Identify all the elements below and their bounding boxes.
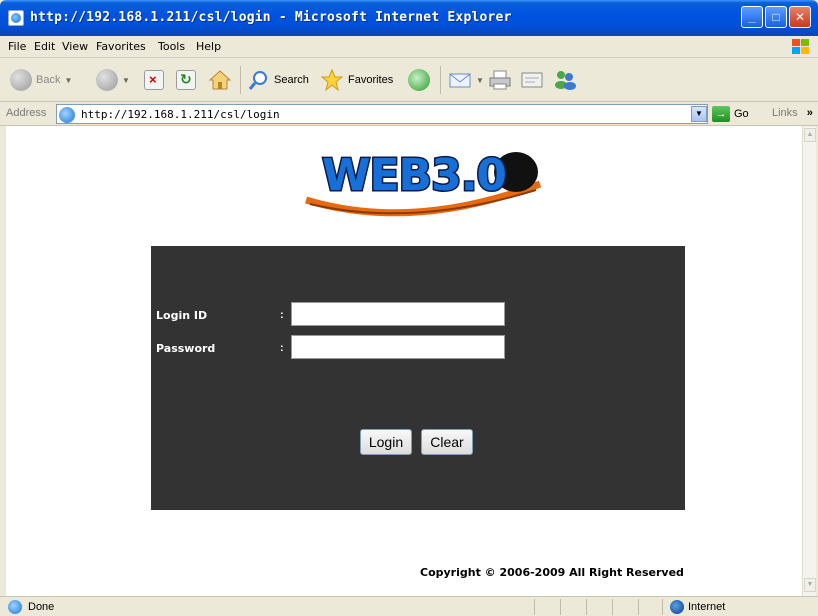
back-label: Back	[36, 74, 61, 86]
refresh-icon: ↻	[176, 70, 196, 90]
menu-edit[interactable]: Edit	[34, 40, 55, 53]
login-panel: Login ID : Password : Login Clear	[151, 246, 685, 510]
go-arrow-icon: →	[712, 106, 730, 122]
scroll-down-icon[interactable]: ▼	[804, 578, 816, 592]
minimize-button[interactable]: _	[741, 6, 763, 28]
status-divider	[534, 599, 535, 615]
menu-tools[interactable]: Tools	[158, 40, 185, 53]
login-id-input[interactable]	[291, 302, 505, 326]
password-label: Password	[156, 342, 216, 355]
vertical-scrollbar[interactable]: ▲ ▼	[802, 126, 816, 596]
title-bar[interactable]: http://192.168.1.211/csl/login - Microso…	[0, 0, 818, 36]
clear-button[interactable]: Clear	[421, 429, 473, 455]
stop-button[interactable]: ×	[144, 68, 164, 92]
home-button[interactable]	[208, 68, 232, 92]
stop-icon: ×	[144, 70, 164, 90]
menu-view[interactable]: View	[62, 40, 88, 53]
page-done-icon	[8, 600, 22, 614]
toolbar: Back ▼ ▼ × ↻ Search Favorites ▼	[0, 58, 818, 102]
go-button[interactable]: → Go	[712, 106, 749, 122]
menu-help[interactable]: Help	[196, 40, 221, 53]
menu-bar: File Edit View Favorites Tools Help	[0, 36, 818, 58]
toolbar-separator	[240, 66, 241, 94]
edit-page-icon	[521, 72, 543, 88]
search-button[interactable]: Search	[248, 68, 309, 92]
maximize-button[interactable]: □	[765, 6, 787, 28]
back-button[interactable]: Back ▼	[10, 68, 72, 92]
scroll-up-icon[interactable]: ▲	[804, 128, 816, 142]
close-button[interactable]: ✕	[789, 6, 811, 28]
menu-favorites[interactable]: Favorites	[96, 40, 146, 53]
favorites-label: Favorites	[348, 74, 394, 86]
window-title: http://192.168.1.211/csl/login - Microso…	[30, 10, 512, 25]
mail-icon	[449, 73, 471, 88]
printer-icon	[489, 70, 511, 90]
status-text: Done	[28, 601, 55, 613]
logo-text: WEB3.0	[322, 150, 506, 201]
copyright-text: Copyright © 2006-2009 All Right Reserved	[420, 566, 684, 579]
history-button[interactable]	[408, 68, 430, 92]
login-button[interactable]: Login	[360, 429, 412, 455]
status-divider	[586, 599, 587, 615]
chevron-down-icon[interactable]: ▼	[476, 76, 484, 85]
edit-button[interactable]	[520, 68, 544, 92]
windows-logo-icon	[790, 38, 810, 56]
history-icon	[408, 69, 430, 91]
address-input[interactable]: http://192.168.1.211/csl/login ▼	[56, 104, 708, 124]
password-colon: :	[280, 342, 284, 354]
star-icon	[320, 69, 344, 91]
login-id-colon: :	[280, 309, 284, 321]
status-divider	[662, 599, 663, 615]
forward-arrow-icon	[96, 69, 118, 91]
zone-text: Internet	[688, 601, 726, 613]
chevron-down-icon[interactable]: ▼	[122, 76, 130, 85]
toolbar-separator	[440, 66, 441, 94]
print-button[interactable]	[488, 68, 512, 92]
go-label: Go	[734, 108, 749, 120]
ie-page-icon	[59, 107, 75, 123]
ie-page-icon	[8, 10, 24, 26]
password-input[interactable]	[291, 335, 505, 359]
internet-zone-icon	[670, 600, 684, 614]
web3-logo: WEB3.0	[304, 149, 542, 217]
search-label: Search	[274, 74, 309, 86]
mail-button[interactable]: ▼	[448, 68, 484, 92]
login-id-label: Login ID	[156, 309, 208, 322]
links-label: Links	[772, 107, 798, 119]
messenger-icon	[555, 71, 576, 90]
page-content: WEB3.0 Login ID : Password : Login Clear…	[6, 126, 802, 596]
home-icon	[208, 70, 232, 90]
chevron-down-icon[interactable]: ▼	[691, 106, 707, 122]
chevron-right-icon: »	[806, 107, 813, 119]
search-icon	[248, 71, 267, 90]
status-divider	[612, 599, 613, 615]
links-button[interactable]: Links »	[772, 107, 813, 119]
chevron-down-icon[interactable]: ▼	[64, 76, 72, 85]
status-divider	[638, 599, 639, 615]
favorites-button[interactable]: Favorites	[320, 68, 393, 92]
messenger-button[interactable]	[552, 68, 578, 92]
back-arrow-icon	[10, 69, 32, 91]
forward-button[interactable]: ▼	[96, 68, 130, 92]
browser-window: http://192.168.1.211/csl/login - Microso…	[0, 0, 818, 616]
address-bar: Address http://192.168.1.211/csl/login ▼…	[0, 102, 818, 126]
address-url[interactable]: http://192.168.1.211/csl/login	[81, 108, 280, 121]
status-bar: Done Internet	[0, 596, 818, 616]
address-label: Address	[6, 107, 47, 119]
menu-file[interactable]: File	[8, 40, 26, 53]
status-divider	[560, 599, 561, 615]
refresh-button[interactable]: ↻	[176, 68, 196, 92]
